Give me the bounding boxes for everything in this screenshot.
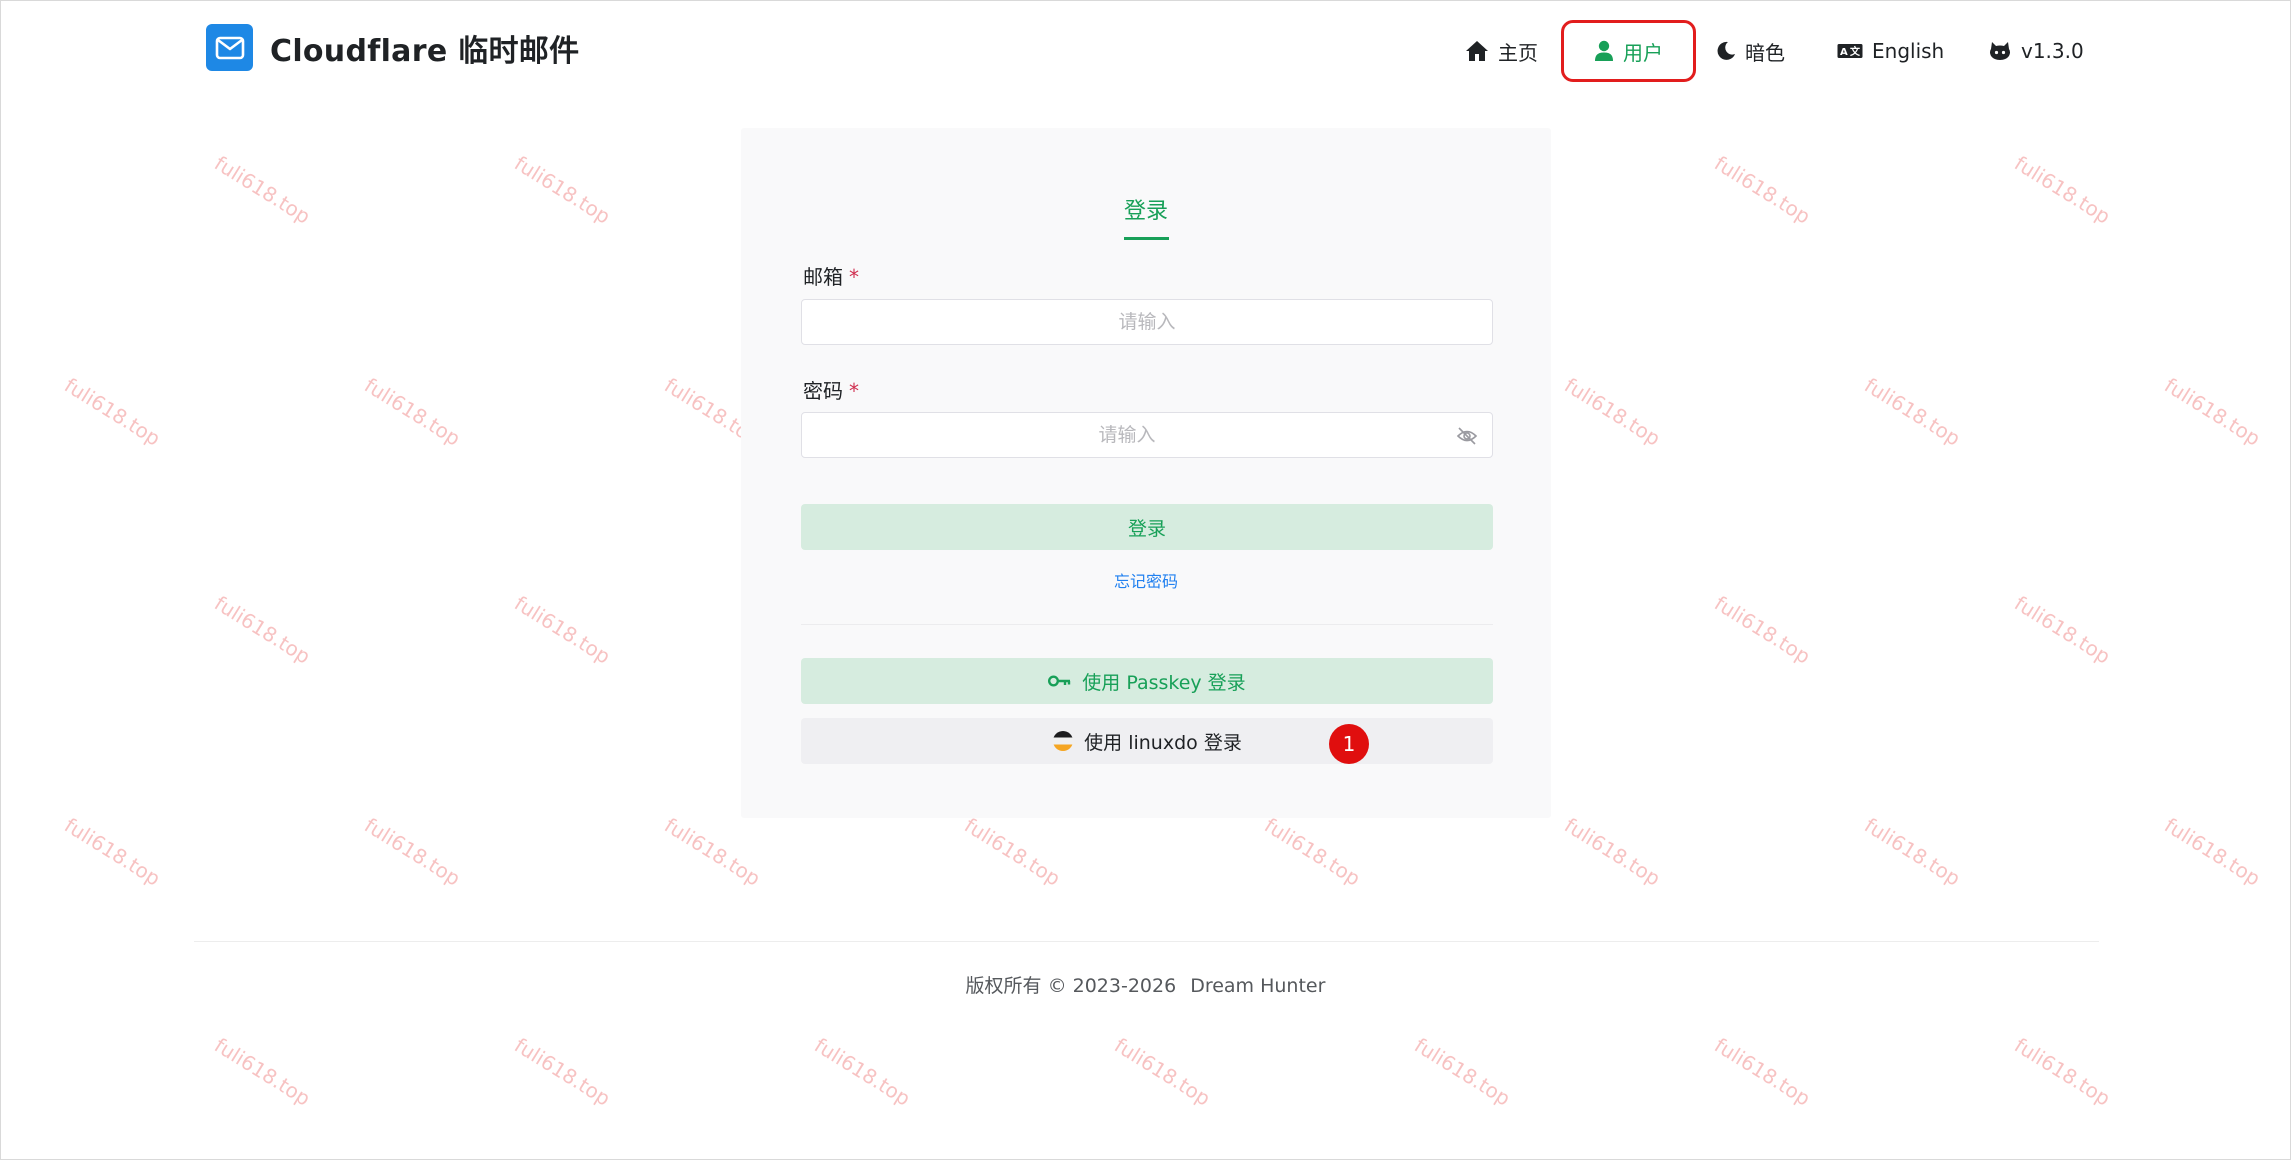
watermark-text: fuli618.top (1860, 373, 1965, 451)
required-mark: * (849, 379, 859, 403)
linuxdo-button-label: 使用 linuxdo 登录 (1084, 731, 1242, 754)
footer: 版权所有 © 2023-2026 Dream Hunter (1, 971, 2290, 998)
watermark-text: fuli618.top (210, 151, 315, 229)
watermark-text: fuli618.top (510, 1033, 615, 1111)
forgot-password-link[interactable]: 忘记密码 (741, 568, 1551, 592)
nav-version[interactable]: v1.3.0 (1988, 20, 2084, 82)
divider (801, 624, 1493, 625)
watermark-text: fuli618.top (210, 591, 315, 669)
watermark-text: fuli618.top (1560, 813, 1665, 891)
watermark-text: fuli618.top (2010, 151, 2115, 229)
password-label-text: 密码 (803, 379, 843, 403)
password-field[interactable] (802, 413, 1492, 457)
passkey-button-label: 使用 Passkey 登录 (1082, 671, 1246, 694)
nav-home-label: 主页 (1498, 40, 1538, 65)
translate-icon: A 文 (1837, 44, 1863, 58)
watermark-text: fuli618.top (1410, 1033, 1515, 1111)
email-label: 邮箱 * (803, 261, 859, 290)
password-field-wrapper (801, 412, 1493, 458)
watermark-text: fuli618.top (1710, 591, 1815, 669)
nav-dark-mode[interactable]: 暗色 (1716, 20, 1785, 82)
watermark-text: fuli618.top (510, 151, 615, 229)
watermark-text: fuli618.top (210, 1033, 315, 1111)
owner-name: Dream Hunter (1190, 975, 1326, 997)
login-card: 登录 邮箱* 密码* 登录 忘记密码 使用 Passkey 登录 (741, 128, 1551, 818)
watermark-text: fuli618.top (360, 813, 465, 891)
watermark-text: fuli618.top (60, 373, 165, 451)
required-mark: * (849, 265, 859, 289)
nav-language[interactable]: A 文 English (1837, 20, 1944, 82)
watermark-text: fuli618.top (960, 813, 1065, 891)
moon-icon (1717, 41, 1735, 60)
copyright-text: 版权所有 © 2023-2026 (965, 975, 1177, 997)
watermark-text: fuli618.top (1860, 813, 1965, 891)
watermark-text: fuli618.top (2160, 373, 2265, 451)
password-label: 密码 * (803, 375, 859, 404)
nav-dark-label: 暗色 (1745, 40, 1785, 65)
watermark-text: fuli618.top (60, 813, 165, 891)
footer-divider (194, 941, 2099, 942)
watermark-text: fuli618.top (2160, 813, 2265, 891)
github-icon (1990, 42, 2010, 60)
svg-text:文: 文 (1850, 45, 1861, 58)
app-header: Cloudflare 临时邮件 主页 用户 暗色 A 文 English v1.… (1, 1, 2290, 101)
watermark-text: fuli618.top (1710, 151, 1815, 229)
key-icon (1048, 675, 1071, 687)
watermark-text: fuli618.top (810, 1033, 915, 1111)
nav-language-label: English (1872, 39, 1945, 63)
email-label-text: 邮箱 (803, 265, 843, 289)
user-icon (1595, 40, 1613, 61)
eye-off-icon[interactable] (1456, 426, 1478, 446)
watermark-text: fuli618.top (360, 373, 465, 451)
tab-active-indicator (1124, 237, 1169, 240)
watermark-text: fuli618.top (1260, 813, 1365, 891)
nav-user-label: 用户 (1623, 40, 1663, 65)
watermark-text: fuli618.top (2010, 1033, 2115, 1111)
nav-user[interactable]: 用户 (1561, 20, 1696, 82)
login-button[interactable]: 登录 (801, 504, 1493, 550)
svg-text:A: A (1840, 47, 1848, 58)
watermark-text: fuli618.top (1560, 373, 1665, 451)
watermark-text: fuli618.top (660, 813, 765, 891)
home-icon (1466, 41, 1488, 61)
annotation-badge: 1 (1329, 724, 1369, 764)
email-field-wrapper (801, 299, 1493, 345)
watermark-text: fuli618.top (1110, 1033, 1215, 1111)
watermark-text: fuli618.top (1710, 1033, 1815, 1111)
tab-login[interactable]: 登录 (741, 193, 1551, 225)
linuxdo-login-button[interactable]: 使用 linuxdo 登录 (801, 718, 1493, 764)
passkey-login-button[interactable]: 使用 Passkey 登录 (801, 658, 1493, 704)
top-nav: 主页 用户 暗色 A 文 English v1.3.0 (1, 20, 2290, 82)
nav-version-label: v1.3.0 (2021, 39, 2084, 63)
nav-home[interactable]: 主页 (1465, 20, 1538, 82)
email-field[interactable] (802, 300, 1492, 344)
watermark-text: fuli618.top (510, 591, 615, 669)
linuxdo-icon (1053, 731, 1074, 751)
watermark-text: fuli618.top (2010, 591, 2115, 669)
